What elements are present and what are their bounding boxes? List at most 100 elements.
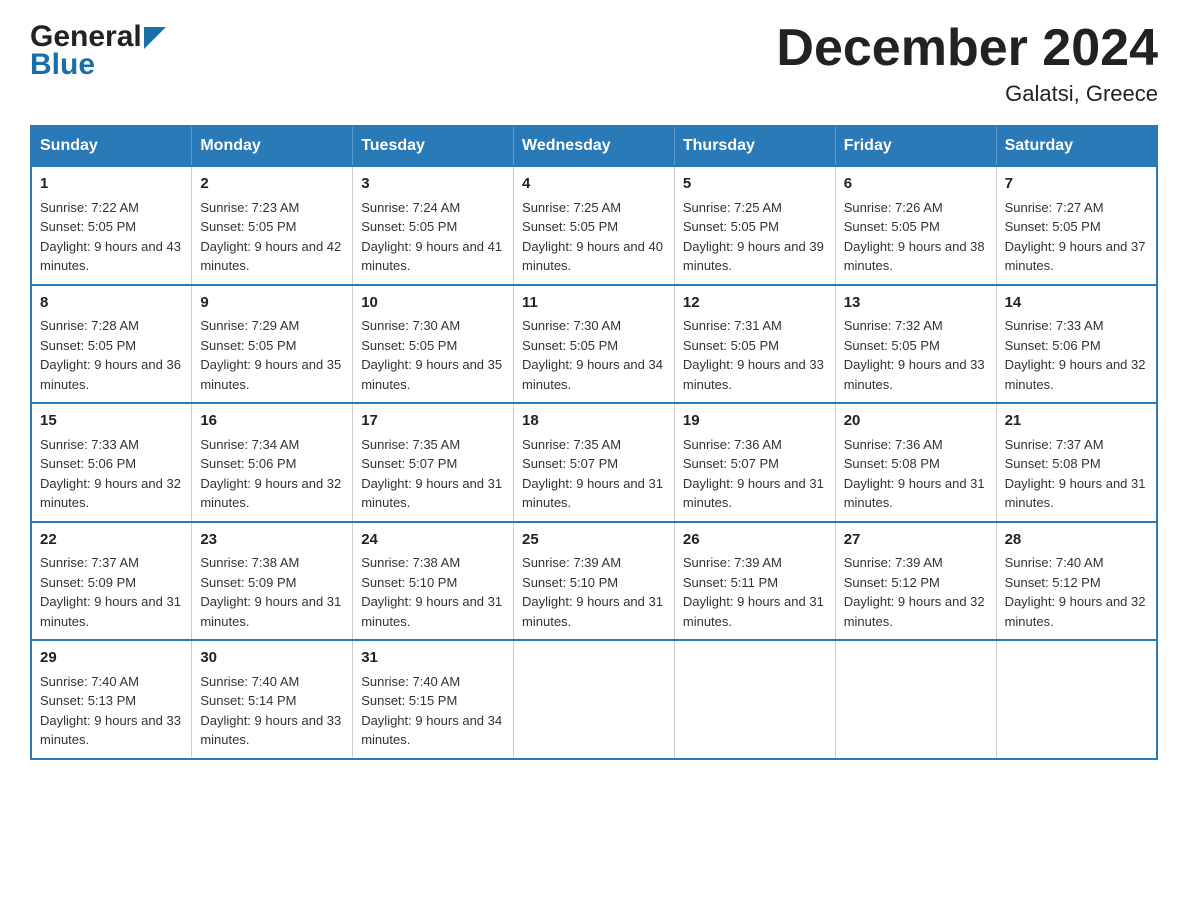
calendar-cell: 25 Sunrise: 7:39 AMSunset: 5:10 PMDayligh… <box>514 522 675 641</box>
day-number: 24 <box>361 529 505 552</box>
calendar-table: SundayMondayTuesdayWednesdayThursdayFrid… <box>30 125 1158 760</box>
day-sunrise: Sunrise: 7:40 AMSunset: 5:12 PMDaylight:… <box>1005 555 1146 629</box>
calendar-week-row: 8 Sunrise: 7:28 AMSunset: 5:05 PMDaylight… <box>31 285 1157 404</box>
calendar-week-row: 22Sunrise: 7:37 AMSunset: 5:09 PMDayligh… <box>31 522 1157 641</box>
calendar-cell: 4Sunrise: 7:25 AMSunset: 5:05 PMDaylight… <box>514 166 675 285</box>
calendar-cell: 22Sunrise: 7:37 AMSunset: 5:09 PMDayligh… <box>31 522 192 641</box>
day-number: 21 <box>1005 410 1148 433</box>
calendar-week-row: 1 Sunrise: 7:22 AMSunset: 5:05 PMDaylight… <box>31 166 1157 285</box>
calendar-cell: 2 Sunrise: 7:23 AMSunset: 5:05 PMDaylight… <box>192 166 353 285</box>
calendar-cell: 17Sunrise: 7:35 AMSunset: 5:07 PMDayligh… <box>353 403 514 522</box>
day-number: 28 <box>1005 529 1148 552</box>
day-sunrise: Sunrise: 7:26 AMSunset: 5:05 PMDaylight:… <box>844 200 985 274</box>
day-sunrise: Sunrise: 7:34 AMSunset: 5:06 PMDaylight:… <box>200 437 341 511</box>
day-number: 26 <box>683 529 827 552</box>
day-number: 10 <box>361 292 505 315</box>
calendar-cell: 9 Sunrise: 7:29 AMSunset: 5:05 PMDaylight… <box>192 285 353 404</box>
calendar-title-block: December 2024 Galatsi, Greece <box>776 20 1158 107</box>
day-number: 25 <box>522 529 666 552</box>
calendar-cell: 28 Sunrise: 7:40 AMSunset: 5:12 PMDayligh… <box>996 522 1157 641</box>
calendar-cell: 30Sunrise: 7:40 AMSunset: 5:14 PMDayligh… <box>192 640 353 759</box>
day-number: 17 <box>361 410 505 433</box>
weekday-header-row: SundayMondayTuesdayWednesdayThursdayFrid… <box>31 126 1157 166</box>
day-number: 22 <box>40 529 183 552</box>
day-sunrise: Sunrise: 7:28 AMSunset: 5:05 PMDaylight:… <box>40 318 181 392</box>
day-number: 27 <box>844 529 988 552</box>
day-number: 14 <box>1005 292 1148 315</box>
day-sunrise: Sunrise: 7:39 AMSunset: 5:10 PMDaylight:… <box>522 555 663 629</box>
day-sunrise: Sunrise: 7:33 AMSunset: 5:06 PMDaylight:… <box>1005 318 1146 392</box>
day-sunrise: Sunrise: 7:39 AMSunset: 5:12 PMDaylight:… <box>844 555 985 629</box>
day-number: 29 <box>40 647 183 670</box>
day-sunrise: Sunrise: 7:29 AMSunset: 5:05 PMDaylight:… <box>200 318 341 392</box>
day-number: 2 <box>200 173 344 196</box>
day-number: 5 <box>683 173 827 196</box>
day-number: 7 <box>1005 173 1148 196</box>
day-number: 6 <box>844 173 988 196</box>
day-sunrise: Sunrise: 7:24 AMSunset: 5:05 PMDaylight:… <box>361 200 502 274</box>
day-sunrise: Sunrise: 7:25 AMSunset: 5:05 PMDaylight:… <box>683 200 824 274</box>
calendar-cell: 27 Sunrise: 7:39 AMSunset: 5:12 PMDayligh… <box>835 522 996 641</box>
day-sunrise: Sunrise: 7:33 AMSunset: 5:06 PMDaylight:… <box>40 437 181 511</box>
calendar-cell: 14 Sunrise: 7:33 AMSunset: 5:06 PMDayligh… <box>996 285 1157 404</box>
day-number: 13 <box>844 292 988 315</box>
calendar-cell <box>835 640 996 759</box>
day-sunrise: Sunrise: 7:32 AMSunset: 5:05 PMDaylight:… <box>844 318 985 392</box>
calendar-cell: 16 Sunrise: 7:34 AMSunset: 5:06 PMDayligh… <box>192 403 353 522</box>
day-sunrise: Sunrise: 7:38 AMSunset: 5:10 PMDaylight:… <box>361 555 502 629</box>
day-number: 16 <box>200 410 344 433</box>
calendar-cell: 21Sunrise: 7:37 AMSunset: 5:08 PMDayligh… <box>996 403 1157 522</box>
day-sunrise: Sunrise: 7:30 AMSunset: 5:05 PMDaylight:… <box>522 318 663 392</box>
weekday-header-tuesday: Tuesday <box>353 126 514 166</box>
calendar-cell <box>996 640 1157 759</box>
logo: General Blue <box>30 20 166 82</box>
day-sunrise: Sunrise: 7:38 AMSunset: 5:09 PMDaylight:… <box>200 555 341 629</box>
logo-blue-text: Blue <box>30 48 95 82</box>
day-number: 12 <box>683 292 827 315</box>
calendar-cell: 19Sunrise: 7:36 AMSunset: 5:07 PMDayligh… <box>674 403 835 522</box>
calendar-cell: 26 Sunrise: 7:39 AMSunset: 5:11 PMDayligh… <box>674 522 835 641</box>
day-sunrise: Sunrise: 7:39 AMSunset: 5:11 PMDaylight:… <box>683 555 824 629</box>
calendar-cell: 1 Sunrise: 7:22 AMSunset: 5:05 PMDaylight… <box>31 166 192 285</box>
day-number: 18 <box>522 410 666 433</box>
calendar-subtitle: Galatsi, Greece <box>776 81 1158 107</box>
calendar-cell: 5 Sunrise: 7:25 AMSunset: 5:05 PMDaylight… <box>674 166 835 285</box>
day-sunrise: Sunrise: 7:31 AMSunset: 5:05 PMDaylight:… <box>683 318 824 392</box>
day-sunrise: Sunrise: 7:27 AMSunset: 5:05 PMDaylight:… <box>1005 200 1146 274</box>
day-number: 1 <box>40 173 183 196</box>
day-number: 19 <box>683 410 827 433</box>
day-number: 15 <box>40 410 183 433</box>
day-number: 31 <box>361 647 505 670</box>
calendar-cell: 18Sunrise: 7:35 AMSunset: 5:07 PMDayligh… <box>514 403 675 522</box>
day-sunrise: Sunrise: 7:40 AMSunset: 5:13 PMDaylight:… <box>40 674 181 748</box>
day-number: 4 <box>522 173 666 196</box>
calendar-week-row: 15 Sunrise: 7:33 AMSunset: 5:06 PMDayligh… <box>31 403 1157 522</box>
calendar-cell <box>514 640 675 759</box>
calendar-week-row: 29 Sunrise: 7:40 AMSunset: 5:13 PMDayligh… <box>31 640 1157 759</box>
day-sunrise: Sunrise: 7:40 AMSunset: 5:14 PMDaylight:… <box>200 674 341 748</box>
weekday-header-sunday: Sunday <box>31 126 192 166</box>
calendar-cell: 20Sunrise: 7:36 AMSunset: 5:08 PMDayligh… <box>835 403 996 522</box>
day-sunrise: Sunrise: 7:36 AMSunset: 5:08 PMDaylight:… <box>844 437 985 511</box>
calendar-cell: 8 Sunrise: 7:28 AMSunset: 5:05 PMDaylight… <box>31 285 192 404</box>
day-number: 3 <box>361 173 505 196</box>
calendar-cell: 15 Sunrise: 7:33 AMSunset: 5:06 PMDayligh… <box>31 403 192 522</box>
calendar-cell: 11 Sunrise: 7:30 AMSunset: 5:05 PMDayligh… <box>514 285 675 404</box>
day-sunrise: Sunrise: 7:22 AMSunset: 5:05 PMDaylight:… <box>40 200 181 274</box>
calendar-cell: 29 Sunrise: 7:40 AMSunset: 5:13 PMDayligh… <box>31 640 192 759</box>
day-number: 23 <box>200 529 344 552</box>
calendar-cell: 13 Sunrise: 7:32 AMSunset: 5:05 PMDayligh… <box>835 285 996 404</box>
weekday-header-friday: Friday <box>835 126 996 166</box>
day-number: 11 <box>522 292 666 315</box>
calendar-cell: 24 Sunrise: 7:38 AMSunset: 5:10 PMDayligh… <box>353 522 514 641</box>
calendar-cell: 12 Sunrise: 7:31 AMSunset: 5:05 PMDayligh… <box>674 285 835 404</box>
calendar-cell: 7 Sunrise: 7:27 AMSunset: 5:05 PMDaylight… <box>996 166 1157 285</box>
day-number: 8 <box>40 292 183 315</box>
calendar-cell: 10Sunrise: 7:30 AMSunset: 5:05 PMDayligh… <box>353 285 514 404</box>
day-sunrise: Sunrise: 7:23 AMSunset: 5:05 PMDaylight:… <box>200 200 341 274</box>
weekday-header-thursday: Thursday <box>674 126 835 166</box>
weekday-header-monday: Monday <box>192 126 353 166</box>
day-number: 9 <box>200 292 344 315</box>
weekday-header-saturday: Saturday <box>996 126 1157 166</box>
logo-arrow-icon <box>144 27 166 49</box>
